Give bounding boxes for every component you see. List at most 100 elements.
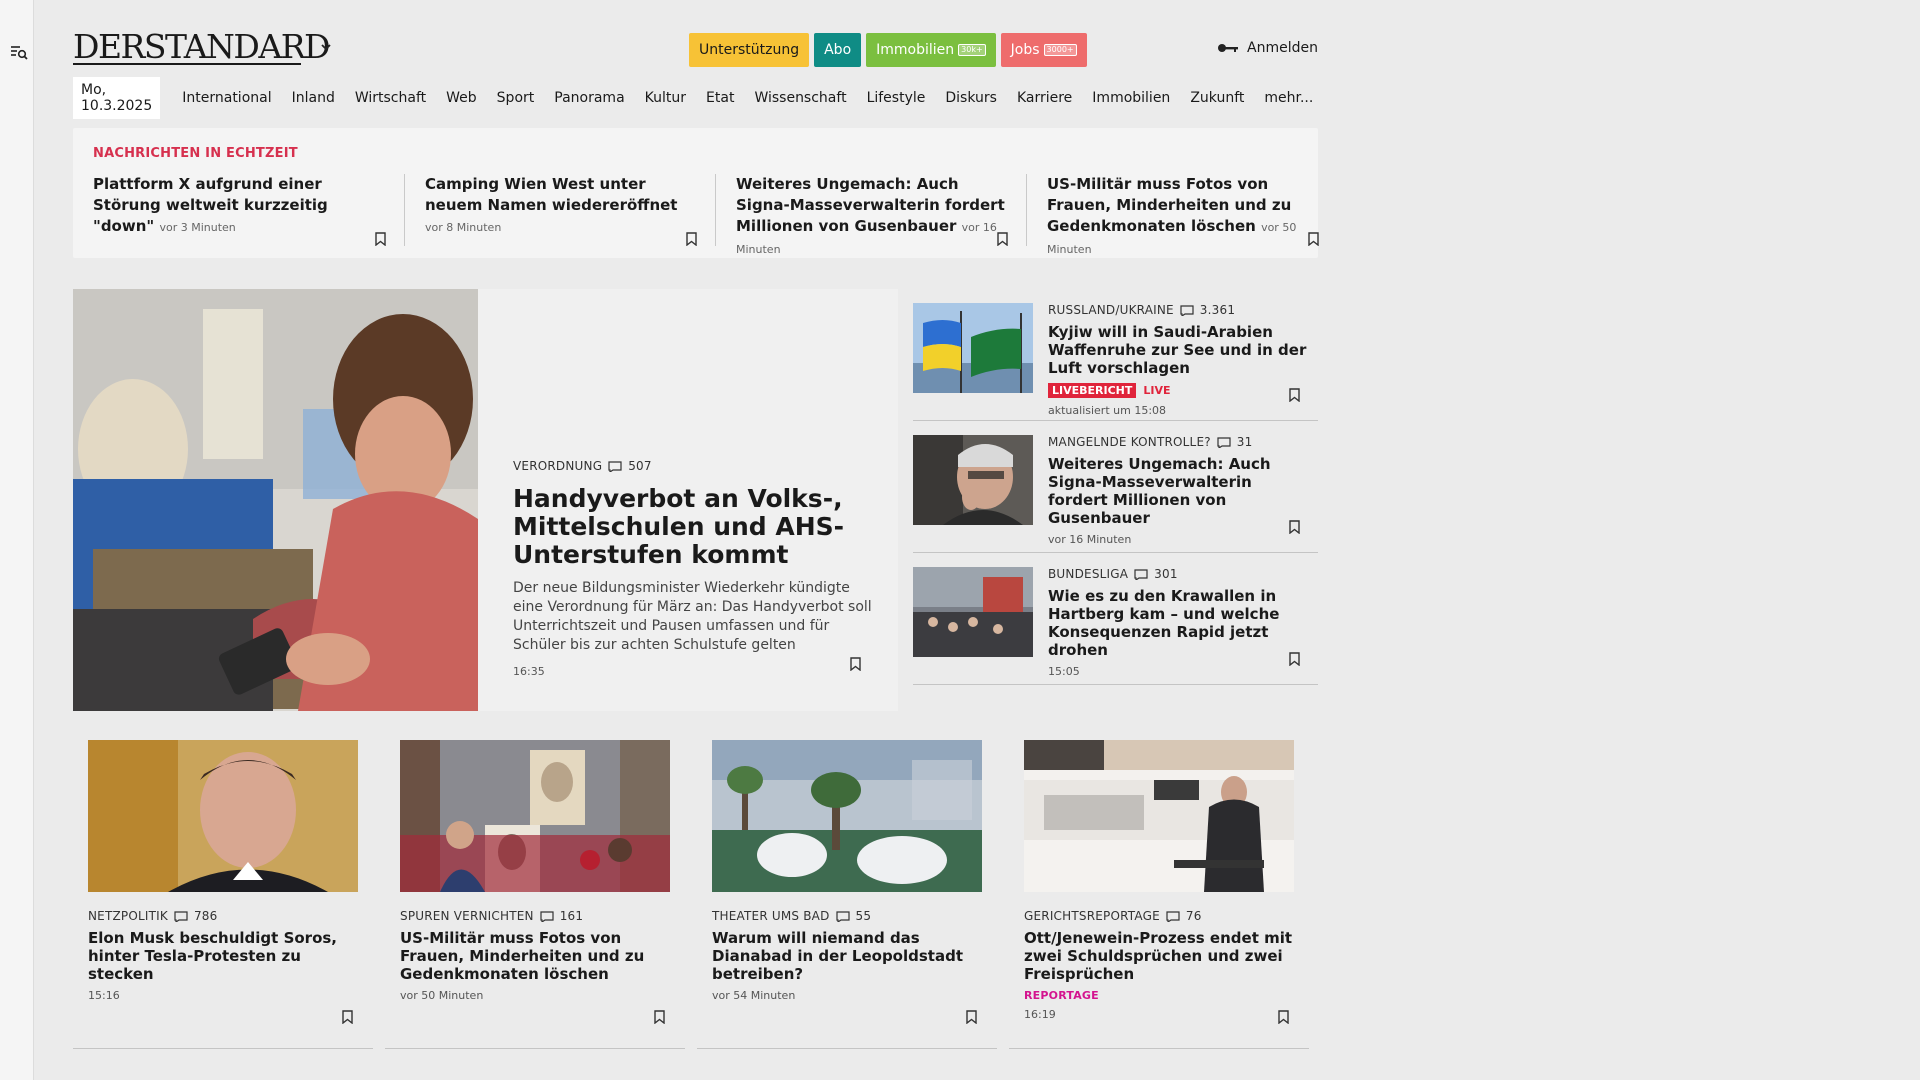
article-card[interactable]: NETZPOLITIK 786 Elon Musk beschuldigt Soro… [73,740,373,1049]
side-article-comment-count[interactable]: 3.361 [1200,303,1235,317]
ticker-item[interactable]: Plattform X aufgrund einer Störung weltw… [93,174,404,246]
ticker-headline-text[interactable]: US-Militär muss Fotos von Frauen, Minder… [1047,175,1291,235]
card-title[interactable]: Elon Musk beschuldigt Soros, hinter Tesl… [88,929,358,983]
hero-comment-count[interactable]: 507 [628,459,652,473]
card-kicker: SPUREN VERNICHTEN 161 [400,909,670,923]
ticker-item[interactable]: Weiteres Ungemach: Auch Signa-Masseverwa… [715,174,1026,256]
nav-item[interactable]: Karriere [1007,90,1082,106]
card-title[interactable]: Warum will niemand das Dianabad in der L… [712,929,982,983]
hero-time: 16:35 [513,665,545,678]
side-article[interactable]: BUNDESLIGA 301 Wie es zu den Krawallen in … [913,553,1318,685]
nav-item[interactable]: Sport [487,90,545,106]
article-thumbnail[interactable] [712,740,982,892]
jobs-button[interactable]: Jobs 3000+ [1000,33,1087,67]
hero-kicker-label: VERORDNUNG [513,459,603,473]
article-thumbnail[interactable] [88,740,358,892]
hero-title[interactable]: Handyverbot an Volks-, Mittelschulen und… [513,485,873,569]
ticker-item[interactable]: Camping Wien West unter neuem Namen wied… [404,174,715,246]
immobilien-button[interactable]: Immobilien 30k+ [866,33,996,67]
side-article[interactable]: MANGELNDE KONTROLLE? 31 Weiteres Ungemach:… [913,421,1318,553]
bookmark-icon[interactable] [375,232,386,246]
side-articles: RUSSLAND/UKRAINE 3.361 Kyjiw will in Saudi… [913,289,1318,685]
login-button[interactable]: Anmelden [1217,40,1318,56]
jobs-label: Jobs [1010,42,1040,58]
bookmark-icon[interactable] [966,1010,977,1024]
menu-search-icon[interactable] [10,44,28,60]
nav-item[interactable]: Wirtschaft [345,90,436,106]
card-kicker-label: SPUREN VERNICHTEN [400,909,534,923]
card-kicker-label: THEATER UMS BAD [712,909,830,923]
side-article-comment-count[interactable]: 31 [1237,435,1253,449]
ticker-items: Plattform X aufgrund einer Störung weltw… [93,174,1337,256]
side-article-title[interactable]: Wie es zu den Krawallen in Hartberg kam … [1048,587,1313,659]
nav-item[interactable]: Web [436,90,487,106]
article-thumbnail[interactable] [913,435,1033,525]
side-article-kicker-label: MANGELNDE KONTROLLE? [1048,435,1211,449]
abo-label: Abo [824,42,852,58]
bookmark-icon[interactable] [1278,1010,1289,1024]
article-thumbnail[interactable] [913,303,1033,393]
nav-item[interactable]: International [172,90,281,106]
article-card[interactable]: THEATER UMS BAD 55 Warum will niemand das … [697,740,997,1049]
article-thumbnail[interactable] [1024,740,1294,892]
bookmark-icon[interactable] [1289,652,1300,666]
side-article[interactable]: RUSSLAND/UKRAINE 3.361 Kyjiw will in Saudi… [913,289,1318,421]
ticker-title: NACHRICHTEN IN ECHTZEIT [93,146,298,161]
nav-item[interactable]: Diskurs [935,90,1007,106]
bookmark-icon[interactable] [1308,232,1319,246]
card-title[interactable]: US-Militär muss Fotos von Frauen, Minder… [400,929,670,983]
card-comment-count[interactable]: 76 [1186,909,1202,923]
hero-kicker: VERORDNUNG 507 [513,459,873,473]
nav-item[interactable]: Etat [696,90,744,106]
bookmark-icon[interactable] [1289,520,1300,534]
live-label: LIVE [1143,384,1171,397]
article-thumbnail[interactable] [400,740,670,892]
nav-item[interactable]: Immobilien [1082,90,1180,106]
comment-icon [1217,437,1231,448]
article-card[interactable]: GERICHTSREPORTAGE 76 Ott/Jenewein-Prozess … [1009,740,1309,1049]
bookmark-icon[interactable] [686,232,697,246]
site-logo[interactable]: DERSTANDARD [73,30,331,64]
live-indicator: LIVEBERICHT LIVE [1048,383,1313,398]
card-comment-count[interactable]: 161 [560,909,584,923]
card-time: 16:19 [1024,1008,1056,1021]
bookmark-icon[interactable] [654,1010,665,1024]
logo-underline [73,63,301,65]
nav-item[interactable]: Inland [282,90,345,106]
article-card[interactable]: SPUREN VERNICHTEN 161 US-Militär muss Foto… [385,740,685,1049]
live-ticker: NACHRICHTEN IN ECHTZEIT Plattform X aufg… [73,128,1318,258]
side-article-title[interactable]: Weiteres Ungemach: Auch Signa-Masseverwa… [1048,455,1313,527]
nav-item[interactable]: Zukunft [1180,90,1254,106]
ticker-headline-text[interactable]: Camping Wien West unter neuem Namen wied… [425,175,677,214]
side-article-title[interactable]: Kyjiw will in Saudi-Arabien Waffenruhe z… [1048,323,1313,377]
article-thumbnail[interactable] [913,567,1033,657]
bookmark-icon[interactable] [342,1010,353,1024]
hero-image[interactable] [73,289,478,711]
side-article-kicker-label: BUNDESLIGA [1048,567,1129,581]
side-article-comment-count[interactable]: 301 [1154,567,1178,581]
side-article-text: MANGELNDE KONTROLLE? 31 Weiteres Ungemach:… [1048,435,1313,546]
hero-teaser: Der neue Bildungsminister Wiederkehr kün… [513,580,872,653]
ticker-time: vor 3 Minuten [159,221,236,234]
nav-item[interactable]: Wissenschaft [744,90,856,106]
reportage-label: REPORTAGE [1024,989,1099,1002]
support-button[interactable]: Unterstützung [689,33,810,67]
bookmark-icon[interactable] [1289,388,1300,402]
nav-item[interactable]: Kultur [635,90,696,106]
card-title[interactable]: Ott/Jenewein-Prozess endet mit zwei Schu… [1024,929,1294,983]
nav-item[interactable]: Lifestyle [857,90,936,106]
card-time: vor 50 Minuten [400,989,484,1002]
nav-item[interactable]: Panorama [544,90,634,106]
card-comment-count[interactable]: 55 [856,909,872,923]
bookmark-icon[interactable] [997,232,1008,246]
card-comment-count[interactable]: 786 [194,909,218,923]
ticker-headline: Plattform X aufgrund einer Störung weltw… [93,174,384,238]
chevron-down-icon[interactable] [320,42,332,52]
comment-icon [174,911,188,922]
bookmark-icon[interactable] [850,657,861,671]
nav-item[interactable]: mehr... [1254,90,1323,106]
abo-button[interactable]: Abo [814,33,862,67]
hero-article[interactable]: VERORDNUNG 507 Handyverbot an Volks-, Mi… [73,289,898,711]
header-pills: Unterstützung Abo Immobilien 30k+ Jobs 300… [689,33,1087,67]
ticker-item[interactable]: US-Militär muss Fotos von Frauen, Minder… [1026,174,1337,256]
